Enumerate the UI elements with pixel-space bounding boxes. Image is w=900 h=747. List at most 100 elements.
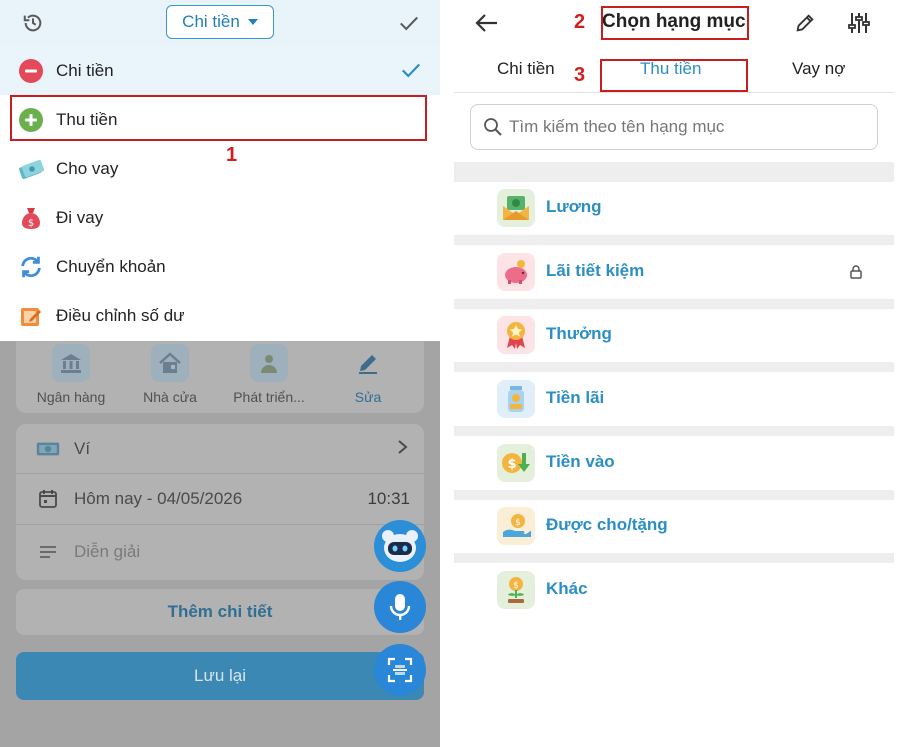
date-value: Hôm nay - 04/05/2026 [74, 489, 243, 508]
back-arrow-icon[interactable] [474, 10, 500, 36]
menu-item-borrow[interactable]: $ Đi vay [0, 193, 440, 242]
divider [16, 524, 424, 525]
bank-icon [52, 344, 90, 382]
time-value[interactable]: 10:31 [367, 489, 410, 509]
select-category-screen: 2 Chọn hạng mục Chi tiền Thu tiền Vay nợ… [440, 0, 900, 747]
section-separator [454, 162, 894, 182]
category-house[interactable]: Nhà cửa [120, 344, 220, 405]
svg-text:$: $ [507, 457, 516, 472]
menu-item-income[interactable]: Thu tiền [0, 95, 440, 144]
note-input[interactable]: Diễn giải [74, 542, 140, 562]
svg-text:$: $ [513, 581, 519, 591]
voice-input-button[interactable] [374, 581, 426, 633]
wallet-label: Ví [74, 439, 91, 458]
category-bank[interactable]: Ngân hàng [21, 344, 121, 405]
menu-item-label: Đi vay [56, 207, 104, 227]
money-bag-icon: $ [18, 205, 44, 231]
menu-item-transfer[interactable]: Chuyển khoản [0, 242, 440, 291]
svg-text:$: $ [515, 518, 521, 528]
money-plant-icon: $ [497, 571, 535, 609]
transaction-type-menu: Chi tiền Thu tiền Cho vay $ Đi vay Chuyể… [0, 46, 440, 341]
section-separator [454, 235, 894, 245]
pencil-icon [349, 344, 387, 382]
step-number: 3 [574, 64, 586, 86]
category-item-other[interactable]: $ Khác [440, 563, 900, 617]
plus-circle-icon [18, 107, 44, 133]
money-notes-icon [18, 156, 44, 182]
wallet-row[interactable]: Ví [16, 424, 424, 474]
top-bar: Chi tiền [0, 0, 440, 46]
assistant-bot-button[interactable] [374, 520, 426, 572]
category-label: Tiền vào [546, 452, 615, 471]
menu-item-expense[interactable]: Chi tiền [0, 46, 440, 95]
tab-loan[interactable]: Vay nợ [792, 59, 845, 79]
step-number: 1 [226, 144, 238, 166]
category-label: Nhà cửa [143, 389, 197, 405]
check-icon[interactable] [394, 8, 424, 38]
scan-receipt-button[interactable] [374, 644, 426, 696]
category-item-bonus[interactable]: Thưởng [440, 308, 900, 362]
menu-item-label: Thu tiền [56, 109, 118, 129]
sliders-icon[interactable] [846, 10, 872, 36]
menu-item-label: Điều chỉnh số dư [56, 305, 185, 325]
section-separator [454, 553, 894, 563]
category-item-interest[interactable]: Tiền lãi [440, 372, 900, 426]
award-medal-icon [497, 316, 535, 354]
note-lines-icon [36, 540, 60, 564]
category-label: Lãi tiết kiệm [546, 261, 645, 280]
category-label: Thưởng [546, 324, 612, 343]
page-title: Chọn hạng mục [602, 11, 746, 32]
section-separator [454, 362, 894, 372]
save-button[interactable]: Lưu lại [16, 652, 424, 700]
tab-expense[interactable]: Chi tiền [497, 59, 555, 79]
transaction-type-dropdown[interactable]: Chi tiền [166, 5, 274, 39]
divider [454, 92, 894, 93]
search-input[interactable]: Tìm kiếm theo tên hạng mục [470, 104, 878, 150]
edit-balance-icon [18, 303, 44, 329]
salary-envelope-icon [497, 189, 535, 227]
lock-icon [850, 265, 862, 284]
add-details-button[interactable]: Thêm chi tiết [16, 589, 424, 635]
search-icon [483, 117, 503, 142]
chevron-right-icon [396, 439, 410, 460]
step-number: 2 [574, 11, 586, 33]
coin-in-icon: $ [497, 444, 535, 482]
menu-item-adjust-balance[interactable]: Điều chỉnh số dư [0, 291, 440, 340]
coin-jar-icon [497, 380, 535, 418]
minus-circle-icon [18, 58, 44, 84]
gift-hand-icon: $ [497, 507, 535, 545]
calendar-icon [36, 487, 60, 511]
category-edit[interactable]: Sửa [318, 344, 418, 405]
date-row[interactable]: Hôm nay - 04/05/2026 10:31 [16, 474, 424, 524]
category-development[interactable]: Phát triển... [219, 344, 319, 405]
dropdown-label: Chi tiền [182, 12, 240, 31]
menu-item-lend[interactable]: Cho vay [0, 144, 440, 193]
svg-text:$: $ [28, 218, 34, 229]
section-separator [454, 426, 894, 436]
piggy-bank-icon [497, 253, 535, 291]
category-label: Phát triển... [233, 389, 305, 405]
menu-item-label: Cho vay [56, 158, 119, 178]
category-label: Được cho/tặng [546, 515, 668, 534]
category-label: Khác [546, 579, 588, 598]
house-icon [151, 344, 189, 382]
chevron-down-icon [247, 19, 258, 25]
microphone-icon [389, 594, 411, 620]
wallet-money-icon [36, 437, 60, 461]
add-transaction-screen: Chi tiền Chi tiền Thu tiền Cho vay $ Đi … [0, 0, 440, 747]
scan-icon [387, 657, 413, 683]
pencil-icon[interactable] [792, 10, 818, 36]
category-item-salary[interactable]: Lương [440, 181, 900, 235]
note-row[interactable]: Diễn giải [16, 527, 424, 577]
history-icon[interactable] [18, 8, 48, 38]
tab-income[interactable]: Thu tiền [640, 59, 701, 79]
category-label: Ngân hàng [36, 389, 106, 405]
category-item-savings-interest[interactable]: Lãi tiết kiệm [440, 245, 900, 299]
transfer-arrows-icon [18, 254, 44, 280]
category-item-money-in[interactable]: $ Tiền vào [440, 436, 900, 490]
category-item-gift[interactable]: $ Được cho/tặng [440, 499, 900, 553]
menu-item-label: Chuyển khoản [56, 256, 166, 276]
selected-check-icon [400, 59, 422, 86]
search-placeholder: Tìm kiếm theo tên hạng mục [509, 117, 725, 136]
category-label: Lương [546, 197, 602, 216]
